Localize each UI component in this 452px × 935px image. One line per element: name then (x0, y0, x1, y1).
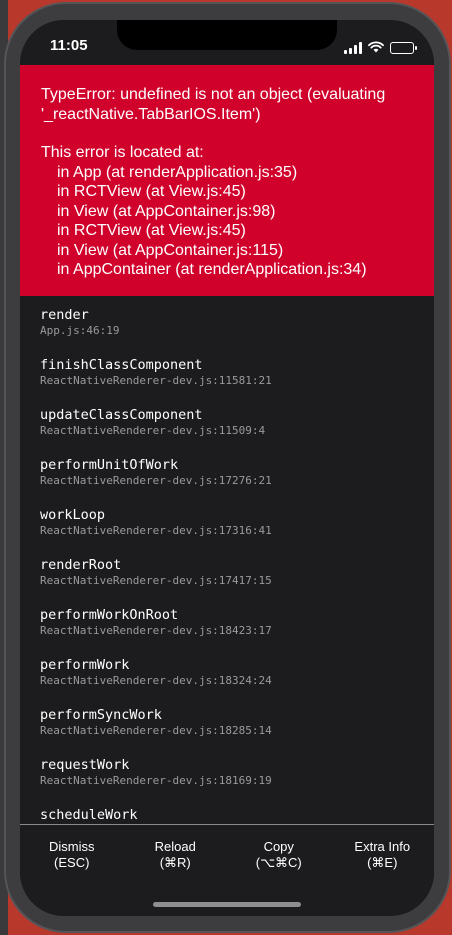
stack-frame[interactable]: finishClassComponent ReactNativeRenderer… (40, 346, 434, 396)
device-screen: 11:05 TypeError: undefined is not an obj… (20, 20, 434, 916)
stack-frame-method: scheduleWork (40, 807, 138, 823)
status-icons (344, 38, 417, 57)
cellular-signal-icon (344, 41, 362, 54)
stack-frame-file: ReactNativeRenderer-dev.js:11509:4 (40, 424, 266, 437)
error-location-line: in AppContainer (at renderApplication.js… (57, 261, 367, 278)
stack-frame-file: ReactNativeRenderer-dev.js:18285:14 (40, 724, 272, 737)
dismiss-button-label: Dismiss (49, 839, 95, 854)
stack-frame-method: updateClassComponent (40, 407, 203, 423)
error-location-line: in RCTView (at View.js:45) (57, 222, 246, 239)
error-location-title: This error is located at: (41, 144, 204, 161)
stack-frame-file: ReactNativeRenderer-dev.js:17276:21 (40, 474, 272, 487)
error-location-line: in App (at renderApplication.js:35) (57, 163, 298, 181)
error-location-line: in View (at AppContainer.js:115) (57, 241, 284, 259)
stack-frame[interactable]: requestWork ReactNativeRenderer-dev.js:1… (40, 746, 434, 796)
error-location-line: in RCTView (at View.js:45) (57, 183, 246, 200)
reload-button-shortcut: (⌘R) (159, 854, 191, 870)
status-bar: 11:05 (20, 20, 434, 66)
stack-frame-file: ReactNativeRenderer-dev.js:17417:15 (40, 574, 272, 587)
stack-frame[interactable]: performWorkOnRoot ReactNativeRenderer-de… (40, 596, 434, 646)
dismiss-button-shortcut: (ESC) (54, 854, 90, 870)
extra-info-button-shortcut: (⌘E) (367, 854, 398, 870)
stack-frame-file: ReactNativeRenderer-dev.js:18169:19 (40, 774, 272, 787)
stack-frame[interactable]: performSyncWork ReactNativeRenderer-dev.… (40, 696, 434, 746)
extra-info-button[interactable]: Extra Info (⌘E) (331, 825, 435, 916)
stack-frame-file: App.js:46:19 (40, 324, 120, 337)
copy-button-label: Copy (263, 839, 294, 854)
stack-frame[interactable]: performUnitOfWork ReactNativeRenderer-de… (40, 446, 434, 496)
stack-frame[interactable]: performWork ReactNativeRenderer-dev.js:1… (40, 646, 434, 696)
stack-frame[interactable]: workLoop ReactNativeRenderer-dev.js:1731… (40, 496, 434, 546)
stack-frame-file: ReactNativeRenderer-dev.js:18423:17 (40, 624, 272, 637)
stack-frame-method: finishClassComponent (40, 357, 203, 373)
stack-frame[interactable]: render App.js:46:19 (40, 296, 434, 346)
wifi-icon (368, 38, 384, 57)
stack-frame-method: requestWork (40, 757, 130, 773)
stack-frame-method: renderRoot (40, 557, 122, 573)
stack-frame[interactable]: updateClassComponent ReactNativeRenderer… (40, 396, 434, 446)
stack-frame-method: performWork (40, 657, 130, 673)
notch (117, 20, 337, 50)
stack-frame-method: performWorkOnRoot (40, 607, 179, 623)
stack-frame-file: ReactNativeRenderer-dev.js:17316:41 (40, 524, 272, 537)
error-banner: TypeError: undefined is not an object (e… (20, 65, 434, 296)
status-time: 11:05 (50, 37, 88, 54)
error-location-line: in View (at AppContainer.js:98) (57, 202, 276, 220)
battery-icon (390, 41, 417, 54)
stack-frame-file: ReactNativeRenderer-dev.js:11581:21 (40, 374, 272, 387)
stack-frame-method: workLoop (40, 507, 106, 523)
home-indicator[interactable] (153, 902, 301, 907)
stack-frame[interactable]: scheduleWork (40, 796, 434, 824)
reload-button-label: Reload (154, 839, 196, 854)
dismiss-button[interactable]: Dismiss (ESC) (20, 825, 124, 916)
error-message: TypeError: undefined is not an object (e… (41, 86, 386, 123)
stack-trace-list[interactable]: render App.js:46:19 finishClassComponent… (20, 296, 434, 824)
copy-button-shortcut: (⌥⌘C) (255, 854, 302, 870)
stack-frame-method: performSyncWork (40, 707, 162, 723)
stack-frame-method: performUnitOfWork (40, 457, 179, 473)
stack-frame-method: render (40, 307, 89, 323)
extra-info-button-label: Extra Info (354, 839, 411, 854)
stack-frame[interactable]: renderRoot ReactNativeRenderer-dev.js:17… (40, 546, 434, 596)
stack-frame-file: ReactNativeRenderer-dev.js:18324:24 (40, 674, 272, 687)
